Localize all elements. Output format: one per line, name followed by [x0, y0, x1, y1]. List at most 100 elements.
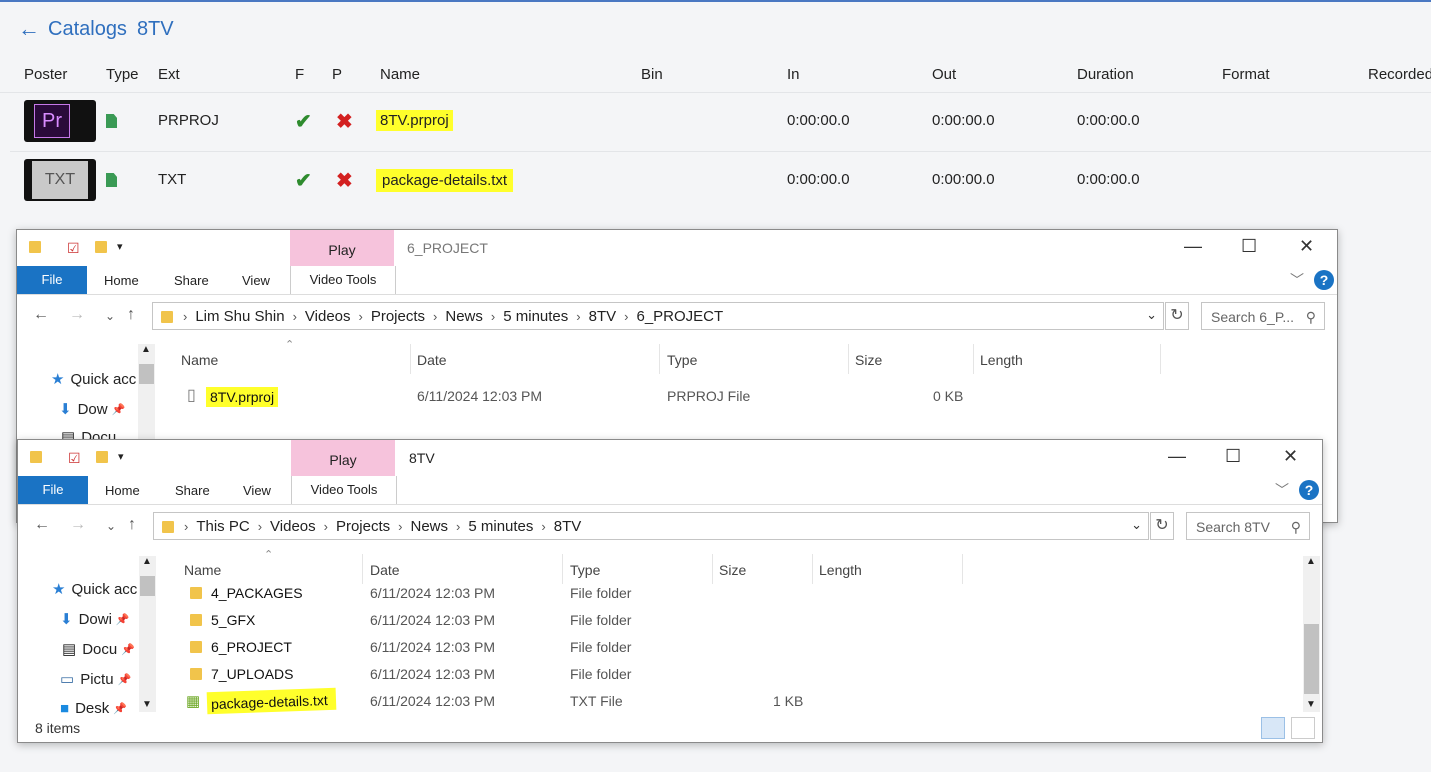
- details-view-icon[interactable]: [1261, 717, 1285, 739]
- file-row[interactable]: 5_GFX 6/11/2024 12:03 PM File folder: [18, 612, 1018, 632]
- file-name[interactable]: 6_PROJECT: [211, 639, 292, 655]
- row-name[interactable]: package-details.txt: [376, 169, 514, 192]
- col-length[interactable]: Length: [819, 562, 862, 578]
- crumb[interactable]: News: [411, 518, 449, 535]
- checkbox-icon[interactable]: ☑: [68, 450, 81, 467]
- file-row[interactable]: 4_PACKAGES 6/11/2024 12:03 PM File folde…: [18, 585, 1018, 605]
- col-date[interactable]: Date: [417, 352, 447, 368]
- address-bar[interactable]: › Lim Shu Shin › Videos › Projects › News › …: [152, 302, 1164, 330]
- qa-dropdown-icon[interactable]: ▾: [117, 240, 123, 253]
- col-in[interactable]: In: [787, 66, 800, 83]
- crumb[interactable]: Projects: [336, 518, 390, 535]
- help-icon[interactable]: ?: [1299, 480, 1319, 500]
- up-icon[interactable]: ↑: [128, 516, 136, 534]
- new-folder-icon[interactable]: [95, 240, 107, 256]
- crumb[interactable]: 6_PROJECT: [636, 308, 723, 325]
- col-p[interactable]: P: [332, 66, 342, 83]
- chevron-down-icon[interactable]: ﹀: [1290, 270, 1304, 290]
- minimize-icon[interactable]: —: [1184, 236, 1202, 257]
- help-icon[interactable]: ?: [1314, 270, 1334, 290]
- scroll-down-icon[interactable]: ▼: [1306, 699, 1316, 710]
- back-icon[interactable]: ←: [34, 516, 50, 534]
- up-icon[interactable]: ↑: [127, 306, 135, 324]
- col-poster[interactable]: Poster: [24, 66, 67, 83]
- explorer-window-8tv[interactable]: ☑ ▾ Play 8TV — ☐ ✕ File Home Share View …: [17, 439, 1323, 743]
- file-row[interactable]: ▯ 8TV.prproj 6/11/2024 12:03 PM PRPROJ F…: [17, 387, 1217, 408]
- col-recorded[interactable]: Recorded: [1368, 66, 1431, 83]
- col-type[interactable]: Type: [667, 352, 697, 368]
- crumb[interactable]: 5 minutes: [503, 308, 568, 325]
- crumb[interactable]: 8TV: [589, 308, 617, 325]
- catalog-row[interactable]: TXT TXT ✔ ✖ package-details.txt 0:00:00.…: [10, 152, 1431, 210]
- nav-quick-access[interactable]: ★ Quick acc: [51, 370, 136, 389]
- home-tab[interactable]: Home: [104, 273, 139, 288]
- close-icon[interactable]: ✕: [1283, 446, 1298, 467]
- video-tools-tab[interactable]: Video Tools: [291, 476, 397, 504]
- file-name[interactable]: package-details.txt: [206, 687, 337, 715]
- file-list-scrollbar[interactable]: ▲ ▼: [1303, 556, 1320, 712]
- refresh-icon[interactable]: ↻: [1165, 302, 1189, 330]
- search-input[interactable]: Search 8TV ⚲: [1186, 512, 1310, 540]
- recent-dropdown-icon[interactable]: ⌄: [105, 309, 115, 323]
- play-tab[interactable]: Play: [291, 440, 395, 476]
- chevron-down-icon[interactable]: ﹀: [1275, 480, 1289, 500]
- col-type[interactable]: Type: [106, 66, 139, 83]
- minimize-icon[interactable]: —: [1168, 446, 1186, 467]
- col-size[interactable]: Size: [855, 352, 882, 368]
- maximize-icon[interactable]: ☐: [1225, 446, 1241, 467]
- col-length[interactable]: Length: [980, 352, 1023, 368]
- col-name[interactable]: Name: [380, 66, 420, 83]
- col-name[interactable]: Name: [184, 562, 221, 578]
- video-tools-tab[interactable]: Video Tools: [290, 266, 396, 294]
- view-tab[interactable]: View: [243, 483, 271, 498]
- col-duration[interactable]: Duration: [1077, 66, 1134, 83]
- col-ext[interactable]: Ext: [158, 66, 180, 83]
- arrow-left-icon[interactable]: ←: [18, 16, 40, 42]
- file-tab[interactable]: File: [17, 266, 87, 294]
- crumb[interactable]: Projects: [371, 308, 425, 325]
- crumb[interactable]: This PC: [196, 518, 249, 535]
- crumb[interactable]: News: [445, 308, 483, 325]
- checkbox-icon[interactable]: ☑: [67, 240, 80, 257]
- play-tab[interactable]: Play: [290, 230, 394, 266]
- catalog-row[interactable]: Pr PRPROJ ✔ ✖ 8TV.prproj 0:00:00.0 0:00:…: [10, 93, 1431, 152]
- address-dropdown-icon[interactable]: ⌄: [1131, 517, 1142, 533]
- forward-icon[interactable]: →: [69, 306, 85, 324]
- file-name[interactable]: 4_PACKAGES: [211, 585, 303, 601]
- col-type[interactable]: Type: [570, 562, 600, 578]
- file-name[interactable]: 5_GFX: [211, 612, 255, 628]
- title-bar[interactable]: ☑ ▾ Play 8TV — ☐ ✕: [18, 440, 1322, 476]
- col-out[interactable]: Out: [932, 66, 956, 83]
- file-row[interactable]: ▦ package-details.txt 6/11/2024 12:03 PM…: [18, 687, 1018, 715]
- address-dropdown-icon[interactable]: ⌄: [1146, 307, 1157, 323]
- col-size[interactable]: Size: [719, 562, 746, 578]
- file-row[interactable]: 6_PROJECT 6/11/2024 12:03 PM File folder: [18, 639, 1018, 659]
- crumb[interactable]: Videos: [270, 518, 316, 535]
- share-tab[interactable]: Share: [174, 273, 209, 288]
- col-f[interactable]: F: [295, 66, 304, 83]
- scroll-up-icon[interactable]: ▲: [1306, 556, 1316, 567]
- search-input[interactable]: Search 6_P... ⚲: [1201, 302, 1325, 330]
- back-icon[interactable]: ←: [33, 306, 49, 324]
- share-tab[interactable]: Share: [175, 483, 210, 498]
- row-name[interactable]: 8TV.prproj: [376, 110, 453, 131]
- forward-icon[interactable]: →: [70, 516, 86, 534]
- crumb[interactable]: Lim Shu Shin: [195, 308, 284, 325]
- col-format[interactable]: Format: [1222, 66, 1270, 83]
- large-icons-view-icon[interactable]: [1291, 717, 1315, 739]
- recent-dropdown-icon[interactable]: ⌄: [106, 519, 116, 533]
- catalog-title[interactable]: Catalogs: [48, 18, 127, 41]
- file-name[interactable]: 8TV.prproj: [206, 387, 279, 407]
- col-name[interactable]: Name: [181, 352, 218, 368]
- crumb[interactable]: 8TV: [554, 518, 582, 535]
- refresh-icon[interactable]: ↻: [1150, 512, 1174, 540]
- title-bar[interactable]: ☑ ▾ Play 6_PROJECT — ☐ ✕: [17, 230, 1337, 266]
- view-tab[interactable]: View: [242, 273, 270, 288]
- file-tab[interactable]: File: [18, 476, 88, 504]
- col-date[interactable]: Date: [370, 562, 400, 578]
- crumb[interactable]: 5 minutes: [468, 518, 533, 535]
- new-folder-icon[interactable]: [96, 450, 108, 466]
- col-bin[interactable]: Bin: [641, 66, 663, 83]
- file-name[interactable]: 7_UPLOADS: [211, 666, 293, 682]
- maximize-icon[interactable]: ☐: [1241, 236, 1257, 257]
